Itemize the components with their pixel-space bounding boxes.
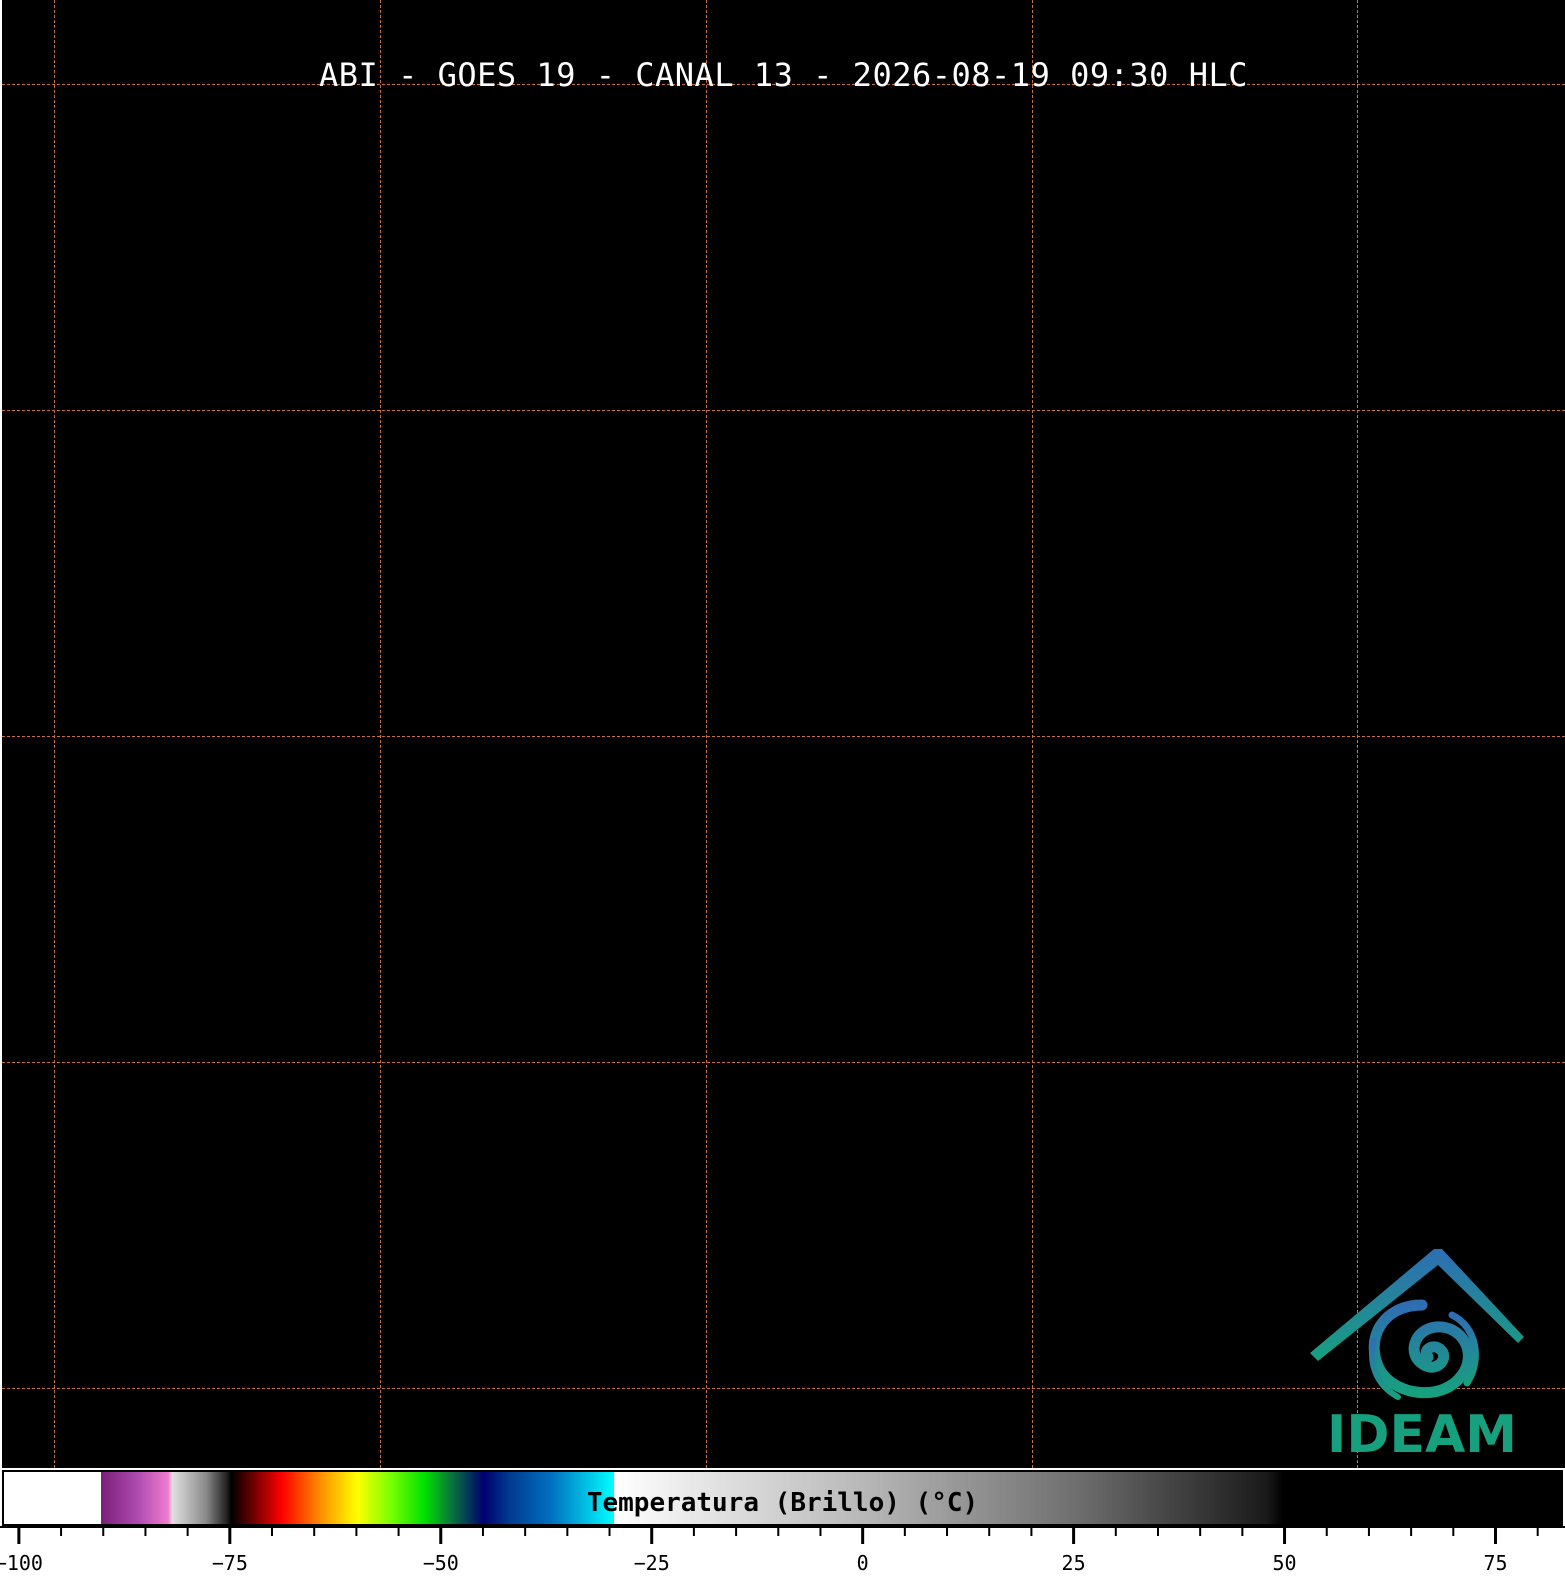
parallel-line (2, 736, 1565, 737)
meridian-line (380, 0, 381, 1468)
tick-label: −25 (634, 1551, 670, 1575)
map-title: ABI - GOES 19 - CANAL 13 - 2026-08-19 09… (319, 56, 1248, 94)
logo-text: IDEAM (1326, 1405, 1518, 1465)
colorbar-legend: Temperatura (Brillo) (°C) −100 −75 −50 −25 0… (0, 1468, 1565, 1577)
parallel-line (2, 410, 1565, 411)
meridian-line (706, 0, 707, 1468)
tick-label: 75 (1483, 1551, 1507, 1575)
parallel-line (2, 1062, 1565, 1063)
tick-label: −50 (423, 1551, 459, 1575)
meridian-line (1032, 0, 1033, 1468)
ideam-logo: IDEAM (1302, 1245, 1542, 1465)
ideam-swirl-roof-icon (1310, 1249, 1524, 1400)
satellite-map: ABI - GOES 19 - CANAL 13 - 2026-08-19 09… (2, 0, 1565, 1468)
tick-label: −75 (212, 1551, 248, 1575)
tick-label: 50 (1273, 1551, 1297, 1575)
colorbar: Temperatura (Brillo) (°C) (2, 1470, 1563, 1526)
colorbar-label: Temperatura (Brillo) (°C) (586, 1488, 979, 1518)
tick-label: 25 (1062, 1551, 1086, 1575)
meridian-line (54, 0, 55, 1468)
tick-label: 0 (857, 1551, 869, 1575)
colorbar-axis: −100 −75 −50 −25 0 25 50 75 (0, 1526, 1565, 1575)
tick-label: −100 (0, 1551, 43, 1575)
